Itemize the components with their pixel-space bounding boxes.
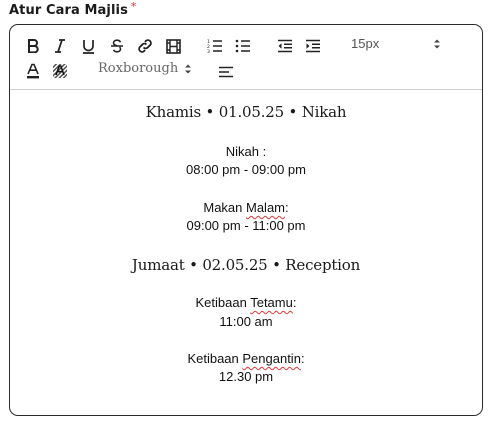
- font-size-select[interactable]: 15px: [351, 36, 441, 51]
- highlight-icon[interactable]: [50, 62, 70, 80]
- field-label: Atur Cara Majlis *: [9, 0, 137, 18]
- bullet-list-icon[interactable]: [233, 37, 253, 55]
- item2-time: 09:00 pm - 11:00 pm: [186, 218, 306, 233]
- outdent-icon[interactable]: [275, 37, 295, 55]
- strikethrough-icon[interactable]: [107, 37, 127, 55]
- item2-title-post: :: [285, 200, 289, 215]
- item4-time: 12.30 pm: [218, 369, 274, 384]
- item3-title-pre: Ketibaan: [195, 295, 251, 310]
- select-caret-icon: [185, 64, 192, 73]
- bold-icon[interactable]: [23, 37, 43, 55]
- indent-icon[interactable]: [303, 37, 323, 55]
- link-icon[interactable]: [135, 37, 155, 55]
- align-icon[interactable]: [216, 63, 236, 81]
- font-family-select[interactable]: Roxborough: [98, 61, 192, 76]
- font-size-value: 15px: [351, 36, 380, 51]
- editor-toolbar: 123 15px Roxborough: [10, 25, 482, 90]
- item4-title-pre: Ketibaan: [187, 351, 243, 366]
- text-color-icon[interactable]: [23, 62, 43, 80]
- editor-content[interactable]: Khamis • 01.05.25 • Nikah Nikah : 08:00 …: [10, 90, 482, 415]
- field-label-text: Atur Cara Majlis: [9, 3, 128, 18]
- italic-icon[interactable]: [50, 37, 70, 55]
- day2-heading: Jumaat • 02.05.25 • Reception: [131, 256, 361, 274]
- item3-title-post: :: [292, 295, 297, 310]
- item4-title: Ketibaan Pengantin:: [10, 351, 482, 366]
- day1-heading: Khamis • 01.05.25 • Nikah: [145, 103, 347, 121]
- film-icon[interactable]: [163, 37, 183, 55]
- rich-text-editor[interactable]: 123 15px Roxborough Khamis • 01.05.25 • …: [9, 24, 483, 416]
- ordered-list-icon[interactable]: 123: [205, 37, 225, 55]
- required-asterisk: *: [130, 0, 137, 13]
- item3-time: 11:00 am: [219, 314, 273, 329]
- svg-text:3: 3: [207, 49, 210, 53]
- item3-title: Ketibaan Tetamu:: [10, 295, 482, 310]
- item2-title-misspelled: Malam: [246, 200, 286, 215]
- underline-icon[interactable]: [78, 37, 98, 55]
- item1-title: Nikah :: [225, 144, 267, 159]
- select-caret-icon: [434, 39, 440, 48]
- item2-title: Makan Malam:: [10, 200, 482, 215]
- item1-time: 08:00 pm - 09:00 pm: [186, 162, 306, 177]
- item3-title-misspelled: Tetamu: [250, 295, 293, 310]
- item2-title-pre: Makan: [203, 200, 246, 215]
- item4-title-misspelled: Pengantin: [242, 351, 301, 366]
- item4-title-post: :: [300, 351, 305, 366]
- font-family-value: Roxborough: [98, 61, 179, 76]
